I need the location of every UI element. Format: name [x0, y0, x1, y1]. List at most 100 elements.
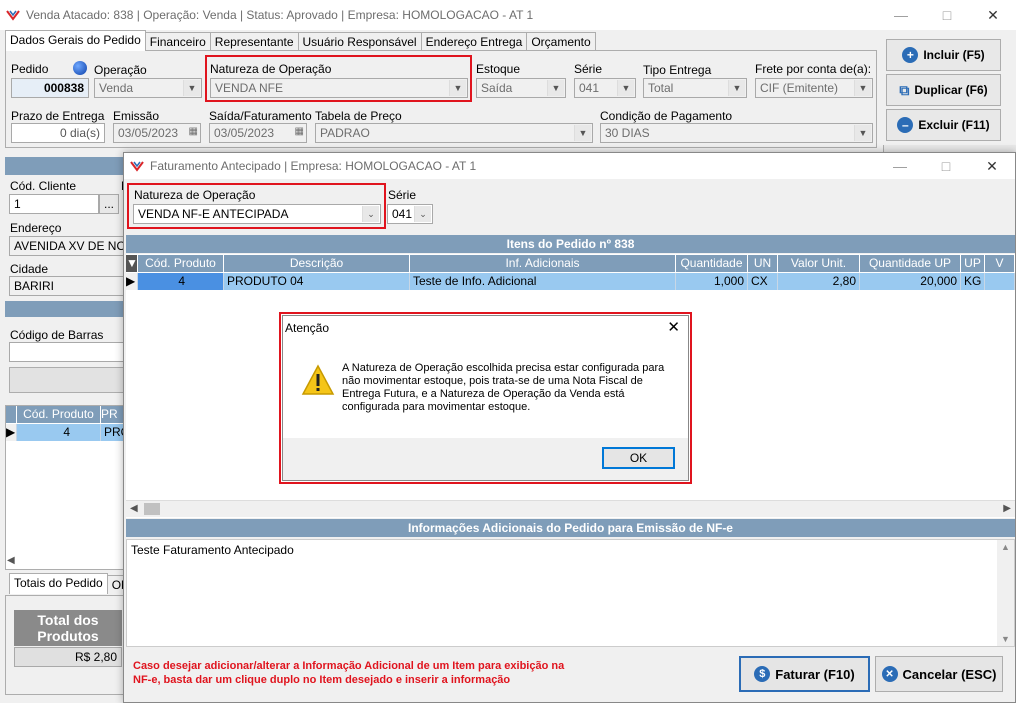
tipo-entrega-select[interactable]: Total ▼	[643, 78, 747, 98]
saida-field[interactable]: 03/05/2023 ▦	[209, 123, 307, 143]
calendar-icon[interactable]: ▦	[189, 126, 198, 137]
excluir-label: Excluir (F11)	[918, 118, 990, 132]
prazo-label: Prazo de Entrega	[11, 109, 105, 123]
chevron-down-icon[interactable]: ⌄	[414, 206, 431, 222]
cidade-label: Cidade	[10, 262, 49, 276]
add-item-button[interactable]	[9, 367, 127, 393]
saida-label: Saída/Faturamento	[209, 109, 312, 123]
info-textarea[interactable]: Teste Faturamento Antecipado ▲ ▼	[126, 539, 1015, 647]
col-cod-produto[interactable]: Cód. Produto	[138, 255, 224, 272]
itens-header: Itens do Pedido nº 838	[126, 235, 1015, 253]
scroll-up-icon[interactable]: ▲	[1001, 542, 1010, 552]
cod-cliente-search-button[interactable]: ...	[99, 194, 119, 214]
endereco-field: AVENIDA XV DE NOVE	[9, 236, 127, 256]
faturamento-title: Faturamento Antecipado | Empresa: HOMOLO…	[150, 159, 477, 173]
prazo-field[interactable]: 0 dia(s)	[11, 123, 105, 143]
tabela-select[interactable]: PADRAO ▼	[315, 123, 593, 143]
scroll-thumb[interactable]	[144, 503, 160, 515]
codbarras-field[interactable]	[9, 342, 127, 362]
scroll-left-icon[interactable]: ◀	[130, 503, 138, 514]
fat-serie-value: 041	[392, 207, 413, 221]
saida-value: 03/05/2023	[214, 126, 275, 140]
emissao-label: Emissão	[113, 109, 160, 123]
estoque-select[interactable]: Saída ▼	[476, 78, 566, 98]
cell-valor-unit: 2,80	[778, 273, 860, 290]
cell-quantidade: 1,000	[676, 273, 748, 290]
chevron-down-icon[interactable]: ▼	[854, 80, 871, 96]
plus-icon: +	[902, 47, 919, 63]
condicao-select[interactable]: 30 DIAS ▼	[600, 123, 873, 143]
minimize-icon[interactable]: —	[878, 0, 924, 30]
frete-value: CIF (Emitente)	[760, 81, 839, 95]
chevron-down-icon[interactable]: ▼	[183, 80, 200, 96]
tab-usuario-responsavel[interactable]: Usuário Responsável	[297, 32, 422, 51]
tab-dados-gerais[interactable]: Dados Gerais do Pedido	[5, 30, 146, 51]
pedido-label: Pedido	[11, 62, 49, 76]
main-grid-cell-cod: 4	[17, 424, 101, 441]
main-grid-row[interactable]: ▶ 4 PRO	[6, 424, 124, 441]
tab-endereco-entrega[interactable]: Endereço Entrega	[420, 32, 528, 51]
emissao-field[interactable]: 03/05/2023 ▦	[113, 123, 201, 143]
close-icon[interactable]: ✕	[969, 153, 1015, 179]
chevron-down-icon[interactable]: ▼	[728, 80, 745, 96]
bottom-tabs: Totais do Pedido Obs	[9, 573, 139, 594]
main-grid-col-prod[interactable]: PR	[101, 406, 124, 423]
natureza-highlight	[205, 55, 472, 102]
ok-button[interactable]: OK	[602, 447, 675, 469]
cell-un: CX	[748, 273, 778, 290]
alert-message: A Natureza de Operação escolhida precisa…	[342, 362, 665, 413]
pedido-field: 000838	[11, 78, 89, 98]
main-window-title: Venda Atacado: 838 | Operação: Venda | S…	[26, 8, 534, 22]
scroll-right-icon[interactable]: ▶	[1003, 503, 1011, 514]
col-descricao[interactable]: Descrição	[224, 255, 410, 272]
col-inf-adicionais[interactable]: Inf. Adicionais	[410, 255, 676, 272]
col-v[interactable]: V	[985, 255, 1015, 272]
calendar-icon[interactable]: ▦	[295, 126, 304, 137]
cancel-icon: ✕	[881, 666, 898, 682]
operacao-select[interactable]: Venda ▼	[94, 78, 202, 98]
tab-totais[interactable]: Totais do Pedido	[9, 573, 108, 594]
chevron-down-icon[interactable]: ▼	[617, 80, 634, 96]
main-grid-col-cod[interactable]: Cód. Produto	[17, 406, 101, 423]
close-icon[interactable]: ✕	[667, 318, 680, 336]
scroll-left-icon[interactable]: ◀	[7, 555, 15, 566]
cell-cod-produto: 4	[138, 273, 224, 290]
close-icon[interactable]: ✕	[970, 0, 1016, 30]
maximize-icon[interactable]: □	[924, 0, 970, 30]
cancelar-button[interactable]: ✕ Cancelar (ESC)	[875, 656, 1003, 692]
incluir-button[interactable]: + Incluir (F5)	[886, 39, 1001, 71]
tab-representante[interactable]: Representante	[209, 32, 299, 51]
minimize-icon[interactable]: —	[877, 153, 923, 179]
col-quantidade[interactable]: Quantidade	[676, 255, 748, 272]
fat-serie-select[interactable]: 041 ⌄	[387, 204, 433, 224]
main-grid-cell-prod: PRO	[101, 424, 124, 441]
excluir-button[interactable]: – Excluir (F11)	[886, 109, 1001, 141]
serie-select[interactable]: 041 ▼	[574, 78, 636, 98]
info-vscrollbar[interactable]: ▲ ▼	[997, 540, 1014, 646]
itens-row[interactable]: ▶ 4 PRODUTO 04 Teste de Info. Adicional …	[126, 273, 1015, 290]
emissao-value: 03/05/2023	[118, 126, 179, 140]
info-text: Teste Faturamento Antecipado	[131, 543, 294, 557]
cidade-field: BARIRI	[9, 276, 127, 296]
cod-cliente-field[interactable]: 1	[9, 194, 99, 214]
cell-v	[985, 273, 1015, 290]
duplicar-button[interactable]: ⧉ Duplicar (F6)	[886, 74, 1001, 106]
estoque-label: Estoque	[476, 62, 521, 76]
col-quantidade-up[interactable]: Quantidade UP	[860, 255, 961, 272]
chevron-down-icon[interactable]: ▼	[854, 125, 871, 141]
frete-select[interactable]: CIF (Emitente) ▼	[755, 78, 873, 98]
chevron-down-icon[interactable]: ▼	[574, 125, 591, 141]
faturar-button[interactable]: $ Faturar (F10)	[739, 656, 870, 692]
estoque-value: Saída	[481, 81, 513, 95]
cell-up: KG	[961, 273, 985, 290]
col-valor-unit[interactable]: Valor Unit.	[778, 255, 860, 272]
itens-hscrollbar[interactable]: ◀ ▶	[126, 500, 1015, 517]
tab-financeiro[interactable]: Financeiro	[144, 32, 211, 51]
col-up[interactable]: UP	[961, 255, 985, 272]
tab-orcamento[interactable]: Orçamento	[526, 32, 596, 51]
chevron-down-icon[interactable]: ▼	[547, 80, 564, 96]
col-un[interactable]: UN	[748, 255, 778, 272]
scroll-down-icon[interactable]: ▼	[1001, 634, 1010, 644]
maximize-icon[interactable]: □	[923, 153, 969, 179]
section-divider	[5, 157, 125, 175]
